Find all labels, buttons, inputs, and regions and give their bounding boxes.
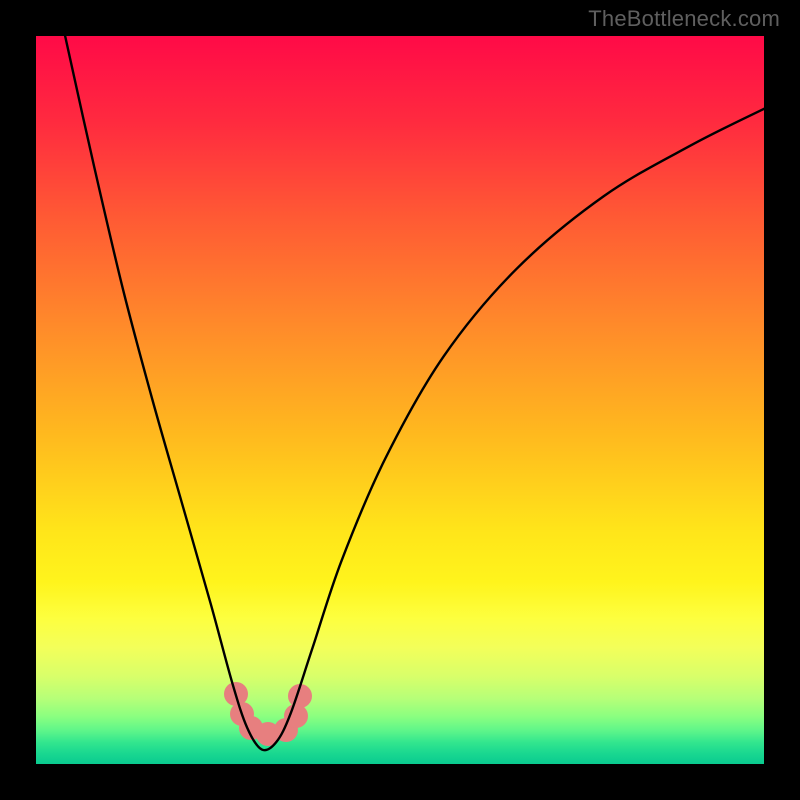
background-gradient xyxy=(36,36,764,764)
chart-frame: TheBottleneck.com xyxy=(0,0,800,800)
watermark-label: TheBottleneck.com xyxy=(588,6,780,32)
plot-area xyxy=(36,36,764,764)
